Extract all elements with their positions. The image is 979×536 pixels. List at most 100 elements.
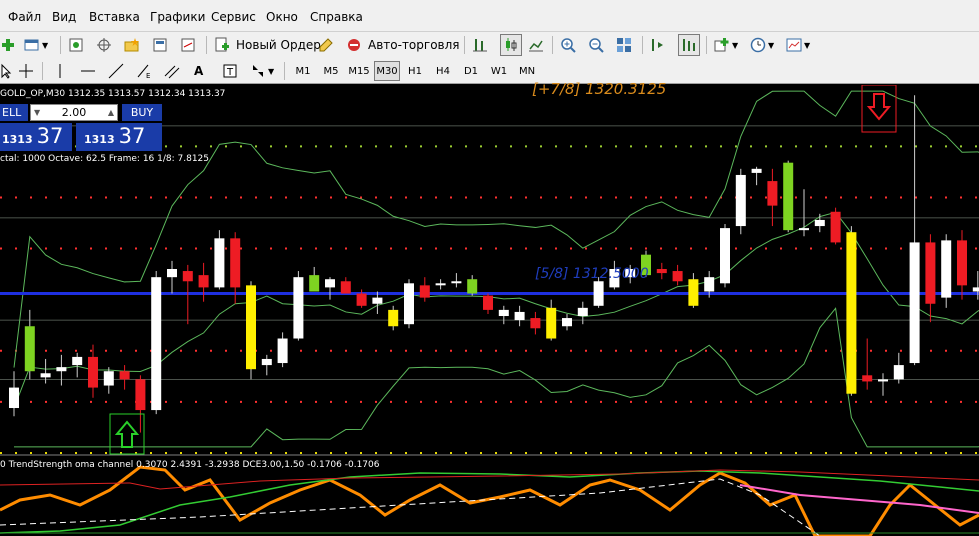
candle-body [720,228,730,284]
auto-trading-label: Авто-торговля [368,38,460,52]
trendline-button[interactable] [108,60,124,82]
text-label-button[interactable]: T [222,60,238,82]
horizontal-line-icon [81,70,95,72]
candle-body [830,211,841,243]
chart-shift-button[interactable] [650,34,666,56]
data-window-button[interactable] [96,34,112,56]
editor-icon [319,38,333,52]
auto-trading-icon [348,39,360,51]
sell-price-big: 37 [36,124,64,148]
new-order-label: Новый Ордер [236,38,321,52]
menu-help[interactable]: Справка [310,10,363,24]
template-icon [786,38,802,52]
lot-size-input[interactable]: ▼ 2.00 ▲ [30,104,118,121]
buy-label: BUY [130,106,154,119]
periods-button[interactable]: ▼ [750,34,774,56]
auto-scroll-icon [683,39,695,51]
arrow-cursor-icon [1,63,12,79]
sell-price[interactable]: 1313 37 [0,123,72,151]
lot-up-icon[interactable]: ▲ [108,108,114,117]
candle-body [562,318,572,327]
text-a-icon: A [194,64,204,78]
lot-value: 2.00 [61,106,87,119]
candle-body [893,365,904,380]
timeframe-h1[interactable]: H1 [402,61,428,81]
auto-scroll-button[interactable] [678,34,700,56]
candle-body [688,279,699,306]
arrows-button[interactable]: ▼ [250,60,274,82]
zoom-in-icon [561,38,576,53]
channel-icon [164,65,180,79]
vertical-line-button[interactable] [52,60,68,82]
auto-trading-button[interactable]: Авто-торговля [346,34,460,56]
candle-body [167,269,177,278]
timeframe-h4[interactable]: H4 [430,61,456,81]
candle-body [151,277,162,411]
fibonacci-button[interactable]: E [136,60,152,82]
profiles-button[interactable]: ▼ [24,34,48,56]
timeframe-w1[interactable]: W1 [486,61,512,81]
templates-button[interactable]: ▼ [786,34,810,56]
candle-body [309,275,320,292]
candle-body [814,219,825,227]
timeframe-m1[interactable]: M1 [290,61,316,81]
cursor-button[interactable] [0,60,16,82]
tile-windows-button[interactable] [616,34,632,56]
menu-window[interactable]: Окно [266,10,298,24]
candlestick-chart-button[interactable] [500,34,522,56]
menu-view[interactable]: Вид [52,10,76,24]
sell-button[interactable]: ELL [0,104,28,121]
channel-button[interactable] [164,60,180,82]
line-chart-icon [529,40,543,52]
terminal-button[interactable] [152,34,168,56]
menu-file[interactable]: Файл [8,10,41,24]
new-chart-button[interactable] [0,34,16,56]
timeframe-m5[interactable]: M5 [318,61,344,81]
timeframe-m30[interactable]: M30 [374,61,400,81]
candle-body [356,293,367,306]
crosshair-button[interactable] [18,60,34,82]
menu-charts[interactable]: Графики [150,10,205,24]
text-tool-button[interactable]: A [194,60,203,82]
menu-insert[interactable]: Вставка [89,10,140,24]
metaeditor-button[interactable] [318,34,334,56]
timeframe-mn[interactable]: MN [514,61,540,81]
candle-body [941,240,952,298]
candle-body [261,358,272,366]
line-chart-button[interactable] [528,34,544,56]
candle-body [735,174,746,227]
candle-body [483,295,493,310]
zoom-in-button[interactable] [560,34,576,56]
new-order-button[interactable]: Новый Ордер [214,34,321,56]
plus-icon [2,39,14,51]
menu-tools[interactable]: Сервис [211,10,256,24]
buy-button[interactable]: BUY [122,104,162,121]
candle-body [514,311,525,321]
buy-price[interactable]: 1313 37 [76,123,162,151]
candle-body [103,371,114,386]
candle-body [751,168,762,173]
candle-body [546,307,557,339]
zoom-out-icon [589,38,604,53]
indicators-button[interactable]: ▼ [714,34,738,56]
candle-body [182,271,193,282]
zoom-out-button[interactable] [588,34,604,56]
clock-icon [750,37,766,53]
candle-body [846,232,857,394]
market-watch-button[interactable] [68,34,84,56]
bar-chart-button[interactable] [472,34,488,56]
timeframe-d1[interactable]: D1 [458,61,484,81]
lot-down-icon[interactable]: ▼ [34,108,40,117]
oma-channel-green [0,470,979,534]
dce-red-line [0,469,979,490]
timeframe-m15[interactable]: M15 [346,61,372,81]
candle-body [9,387,19,409]
sell-label: ELL [2,106,22,119]
indicators-icon [714,38,729,52]
candle-body [230,238,241,288]
horizontal-line-button[interactable] [80,60,96,82]
sell-signal-arrow [861,85,897,133]
navigator-button[interactable] [124,34,140,56]
strategy-tester-button[interactable] [180,34,196,56]
candle-body [135,379,146,411]
